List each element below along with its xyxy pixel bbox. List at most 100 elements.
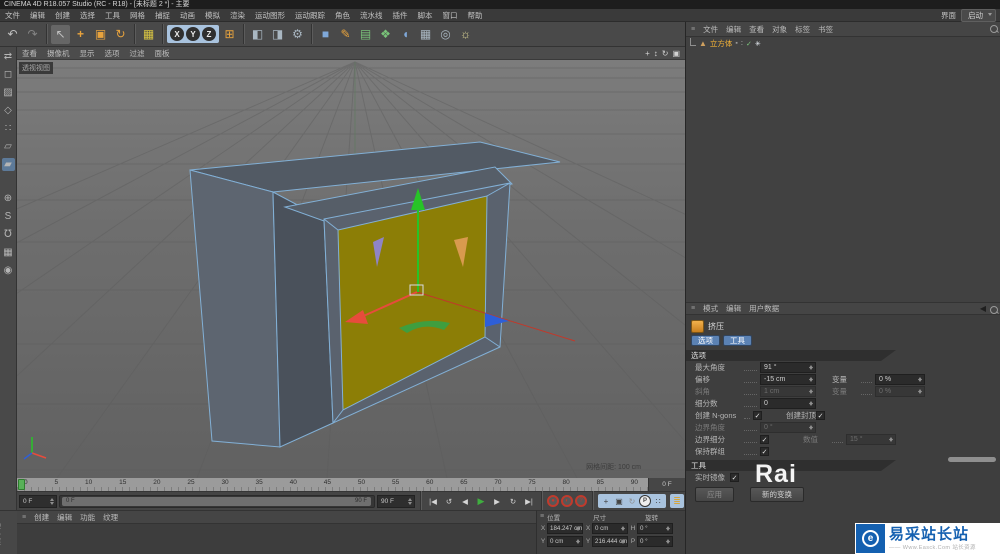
menu-animate[interactable]: 动画 <box>175 10 200 21</box>
generators-icon[interactable]: ▤ <box>356 25 375 44</box>
timeline-range-slider[interactable]: 0 F 90 F <box>59 495 375 508</box>
record-position-toggle[interactable]: + <box>600 495 612 507</box>
realtime-mirror-checkbox[interactable]: ✓ <box>730 473 739 482</box>
viewport[interactable]: 查看 摄像机 显示 选项 过滤 面板 + ↕ ↻ ▣ 透视视图 <box>17 47 685 478</box>
undo-icon[interactable]: ↶ <box>3 25 22 44</box>
points-mode-icon[interactable]: ∷ <box>2 122 15 135</box>
keep-group-checkbox[interactable]: ✓ <box>760 447 769 456</box>
viewport-toggle-icon[interactable]: ▣ <box>672 49 680 58</box>
play-button[interactable]: ▶ <box>474 494 488 508</box>
attr-menu-mode[interactable]: 模式 <box>703 303 718 314</box>
last-tool-extrude-icon[interactable]: ▦ <box>139 25 158 44</box>
visibility-dots-icon[interactable]: ∶ <box>741 39 743 48</box>
position-y-field[interactable]: 0 cm <box>547 536 583 547</box>
object-name[interactable]: 立方体 <box>710 38 733 49</box>
menu-create[interactable]: 创建 <box>50 10 75 21</box>
menu-select[interactable]: 选择 <box>75 10 100 21</box>
materials-menu-texture[interactable]: 纹理 <box>103 512 118 523</box>
panel-icon[interactable]: ≡ <box>22 514 26 521</box>
render-view-icon[interactable]: ◧ <box>248 25 267 44</box>
tab-tool[interactable]: 工具 <box>723 335 752 347</box>
rotate-icon[interactable]: ↻ <box>111 25 130 44</box>
panel-icon[interactable]: ≡ <box>691 26 695 33</box>
viewport-pan-icon[interactable]: + <box>645 49 650 58</box>
deformers-icon[interactable]: ◖ <box>396 25 415 44</box>
add-primitive-cube-icon[interactable]: ■ <box>316 25 335 44</box>
viewport-orbit-icon[interactable]: ↻ <box>662 49 669 58</box>
timeline-range-bar[interactable]: 0 F 90 F <box>62 497 371 506</box>
om-menu-edit[interactable]: 编辑 <box>726 24 741 35</box>
scale-icon[interactable]: ▣ <box>91 25 110 44</box>
apply-button[interactable]: 应用 <box>695 487 734 502</box>
record-parameter-toggle[interactable]: P <box>639 495 651 507</box>
previous-frame-button[interactable]: ◀ <box>458 494 472 508</box>
menu-character[interactable]: 角色 <box>330 10 355 21</box>
viewport-menu-cameras[interactable]: 摄像机 <box>42 48 75 59</box>
workplane-axis-icon[interactable]: ◇ <box>2 104 15 117</box>
menu-mesh[interactable]: 网格 <box>125 10 150 21</box>
axis-x-button[interactable]: X <box>170 27 184 41</box>
track-options-button[interactable]: ≣ <box>670 494 684 508</box>
light-icon[interactable]: ☼ <box>456 25 475 44</box>
search-icon[interactable] <box>990 25 998 33</box>
timeline-ruler[interactable]: 0 5 10 15 20 25 30 35 40 45 50 55 60 65 … <box>17 478 648 491</box>
menu-script[interactable]: 脚本 <box>413 10 438 21</box>
create-caps-checkbox[interactable]: ✓ <box>816 411 825 420</box>
lock-workplane-icon[interactable]: ◉ <box>2 264 15 277</box>
new-transform-button[interactable]: 新的变换 <box>750 487 804 502</box>
materials-menu-function[interactable]: 功能 <box>80 512 95 523</box>
rotation-h-field[interactable]: 0 ° <box>637 523 673 534</box>
snap-magnet-icon[interactable]: ℧ <box>2 228 15 241</box>
menu-edit[interactable]: 编辑 <box>25 10 50 21</box>
viewport-menu-panel[interactable]: 面板 <box>150 48 175 59</box>
menu-file[interactable]: 文件 <box>0 10 25 21</box>
offset-field[interactable]: -15 cm <box>760 374 816 385</box>
goto-start-button[interactable]: |◀ <box>426 494 440 508</box>
viewport-label[interactable]: 透视视图 <box>19 62 53 74</box>
keyframe-selection-button[interactable]: ? <box>575 495 587 507</box>
object-manager-body[interactable]: ▲ 立方体 ▪ ∶ ✓ ✳ <box>686 37 1000 303</box>
edge-subdiv-checkbox[interactable]: ✓ <box>760 435 769 444</box>
polygons-mode-icon[interactable]: ▰ <box>2 158 15 171</box>
viewport-solo-icon[interactable]: S <box>2 210 15 223</box>
menu-help[interactable]: 帮助 <box>463 10 488 21</box>
record-keyframe-button[interactable]: ● <box>547 495 559 507</box>
layer-icon[interactable]: ▪ <box>735 40 737 47</box>
current-frame-spinner[interactable]: 0 F <box>19 495 57 508</box>
om-menu-file[interactable]: 文件 <box>703 24 718 35</box>
phong-tag-icon[interactable]: ✳ <box>755 40 761 48</box>
loop-button[interactable]: ↻ <box>506 494 520 508</box>
3d-scene[interactable] <box>17 60 685 478</box>
max-angle-field[interactable]: 91 ° <box>760 362 816 373</box>
panel-icon[interactable]: ≡ <box>691 305 695 312</box>
next-frame-button[interactable]: ▶ <box>490 494 504 508</box>
panel-icon[interactable]: ≡ <box>540 513 544 520</box>
viewport-menu-options[interactable]: 选项 <box>100 48 125 59</box>
menu-plugins[interactable]: 插件 <box>388 10 413 21</box>
create-ngons-checkbox[interactable]: ✓ <box>753 411 762 420</box>
end-frame-spinner[interactable]: 90 F <box>377 495 415 508</box>
pen-spline-icon[interactable]: ✎ <box>336 25 355 44</box>
model-mode-icon[interactable]: ◻ <box>2 68 15 81</box>
viewport-dolly-icon[interactable]: ↕ <box>654 49 658 58</box>
search-icon[interactable] <box>990 306 998 314</box>
menu-mograph[interactable]: 运动图形 <box>250 10 290 21</box>
live-selection-icon[interactable]: ↖ <box>51 25 70 44</box>
materials-menu-edit[interactable]: 编辑 <box>57 512 72 523</box>
autokey-button[interactable]: ◐ <box>561 495 573 507</box>
viewport-menu-view[interactable]: 查看 <box>17 48 42 59</box>
coordinate-system-icon[interactable]: ⊞ <box>220 25 239 44</box>
axis-z-button[interactable]: Z <box>202 27 216 41</box>
attr-menu-userdata[interactable]: 用户数据 <box>749 303 779 314</box>
timeline-playhead[interactable] <box>18 479 25 490</box>
move-icon[interactable]: + <box>71 25 90 44</box>
bevel-field[interactable]: 1 cm <box>760 386 816 397</box>
om-menu-view[interactable]: 查看 <box>749 24 764 35</box>
attr-menu-edit[interactable]: 编辑 <box>726 303 741 314</box>
menu-simulate[interactable]: 模拟 <box>200 10 225 21</box>
tab-options[interactable]: 选项 <box>691 335 720 347</box>
menu-pipeline[interactable]: 流水线 <box>355 10 388 21</box>
menu-motion-tracker[interactable]: 运动跟踪 <box>290 10 330 21</box>
offset-variance-field[interactable]: 0 % <box>875 374 925 385</box>
record-rotation-toggle[interactable]: ↻ <box>626 495 638 507</box>
